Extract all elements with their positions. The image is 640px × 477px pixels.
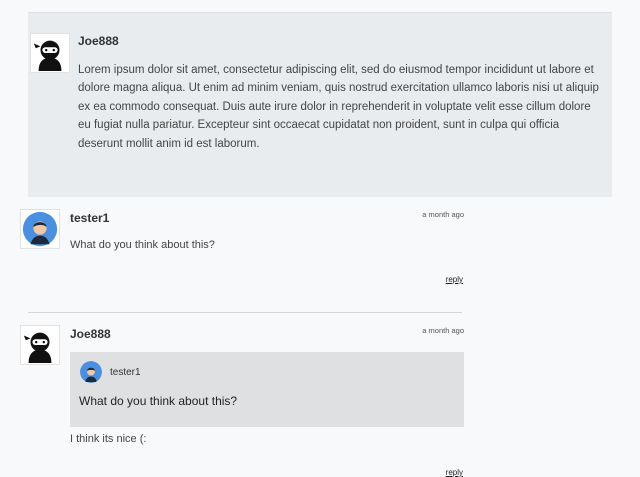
quoted-author: tester1	[110, 367, 141, 378]
comment-timestamp: a month ago	[422, 210, 464, 219]
comment-text: I think its nice (:	[70, 433, 147, 445]
quoted-text: What do you think about this?	[79, 394, 238, 408]
user-avatar-icon	[80, 361, 102, 383]
reply-link[interactable]: reply	[446, 468, 463, 477]
post: Joe888 Lorem ipsum dolor sit amet, conse…	[28, 12, 612, 197]
comment-author: Joe888	[70, 327, 111, 341]
comment-author: tester1	[70, 211, 110, 225]
post-body: Lorem ipsum dolor sit amet, consectetur …	[78, 64, 599, 150]
ninja-avatar-icon	[30, 33, 70, 73]
comment-timestamp: a month ago	[422, 326, 464, 335]
user-avatar-icon	[20, 209, 60, 249]
reply-link[interactable]: reply	[446, 275, 463, 284]
divider	[28, 312, 462, 313]
ninja-avatar-icon	[20, 325, 60, 365]
post-author: Joe888	[78, 34, 119, 48]
quoted-comment: tester1 What do you think about this?	[70, 352, 464, 427]
comment-text: What do you think about this?	[70, 239, 215, 251]
